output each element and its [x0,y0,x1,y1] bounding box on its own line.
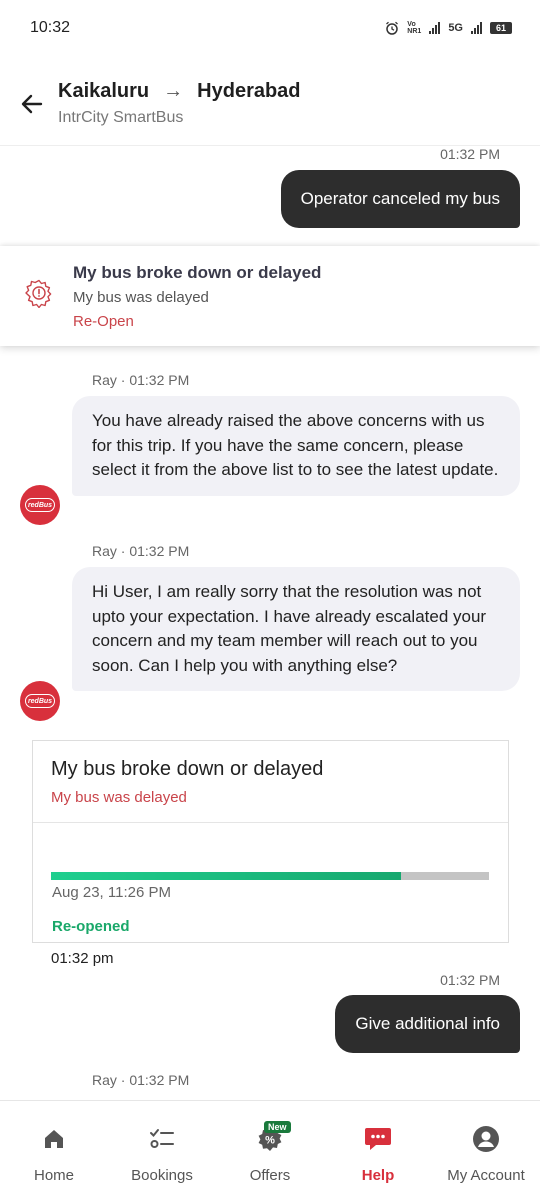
signal-icon [429,22,441,34]
nav-bookings[interactable]: Bookings [108,1101,216,1200]
route-to: Hyderabad [197,80,301,102]
chat-thread[interactable]: 01:32 PM Operator canceled my bus My bus… [0,146,540,1100]
account-icon [472,1125,500,1153]
operator-name: IntrCity SmartBus [58,109,184,126]
card-timestamp: 01:32 pm [51,950,114,967]
home-icon [40,1125,68,1153]
new-badge: New [264,1121,291,1133]
ticket-progress-fill [51,872,402,880]
signal-icon-2 [471,22,482,34]
warning-gear-icon [25,279,52,308]
message-timestamp: 01:32 PM [440,146,500,162]
user-message: Give additional info [335,995,520,1053]
nav-label: Home [33,1167,74,1184]
issue-card[interactable]: My bus broke down or delayed My bus was … [0,246,540,346]
ticket-date: Aug 23, 11:26 PM [52,884,171,901]
user-message: Operator canceled my bus [280,170,520,228]
svg-text:%: % [265,1135,275,1147]
agent-avatar: redBus [20,485,60,525]
agent-message: Hi User, I am really sorry that the reso… [72,567,520,691]
alarm-icon [386,21,399,35]
ticket-subtitle: My bus was delayed [51,789,187,806]
back-button[interactable] [18,90,46,118]
issue-subtitle: My bus was delayed [73,289,209,306]
chat-header: Kaikaluru → Hyderabad IntrCity SmartBus [0,56,540,146]
divider [33,822,508,823]
agent-avatar: redBus [20,681,60,721]
ticket-title: My bus broke down or delayed [51,758,324,780]
nav-label: My Account [447,1167,525,1184]
network-type: 5G [448,22,463,34]
message-timestamp: 01:32 PM [440,972,500,988]
bottom-nav: Home Bookings New % Offers Help My Accou… [0,1100,540,1200]
agent-label: Ray · 01:32 PM [92,372,190,388]
status-bar: 10:32 Vo NR1 5G 61 [0,0,540,56]
nav-label: Help [361,1167,395,1184]
agent-message: You have already raised the above concer… [72,396,520,496]
battery-icon: 61 [490,22,512,34]
route-from: Kaikaluru [58,80,150,102]
bookings-icon [148,1125,176,1153]
volte-indicator: Vo NR1 [407,21,422,35]
back-arrow-icon [21,94,43,114]
reopen-link[interactable]: Re-Open [73,313,134,330]
redbus-logo: redBus [25,694,55,708]
redbus-logo: redBus [25,498,55,512]
help-chat-icon [364,1125,392,1153]
nav-label: Offers [249,1167,291,1184]
nav-offers[interactable]: New % Offers [216,1101,324,1200]
ticket-status-card[interactable]: My bus broke down or delayed My bus was … [32,740,509,943]
route-arrow-icon: → [163,80,184,102]
issue-title: My bus broke down or delayed [73,263,322,282]
nav-home[interactable]: Home [0,1101,108,1200]
route-title: Kaikaluru → Hyderabad [58,80,301,103]
nav-help[interactable]: Help [324,1101,432,1200]
agent-label: Ray · 01:32 PM [92,543,190,559]
ticket-progress-bar [51,872,489,880]
nav-label: Bookings [131,1167,193,1184]
nav-my-account[interactable]: My Account [432,1101,540,1200]
agent-label: Ray · 01:32 PM [92,1072,190,1088]
ticket-status: Re-opened [52,918,130,935]
status-time: 10:32 [30,19,71,36]
status-icons: Vo NR1 5G 61 [385,21,512,35]
